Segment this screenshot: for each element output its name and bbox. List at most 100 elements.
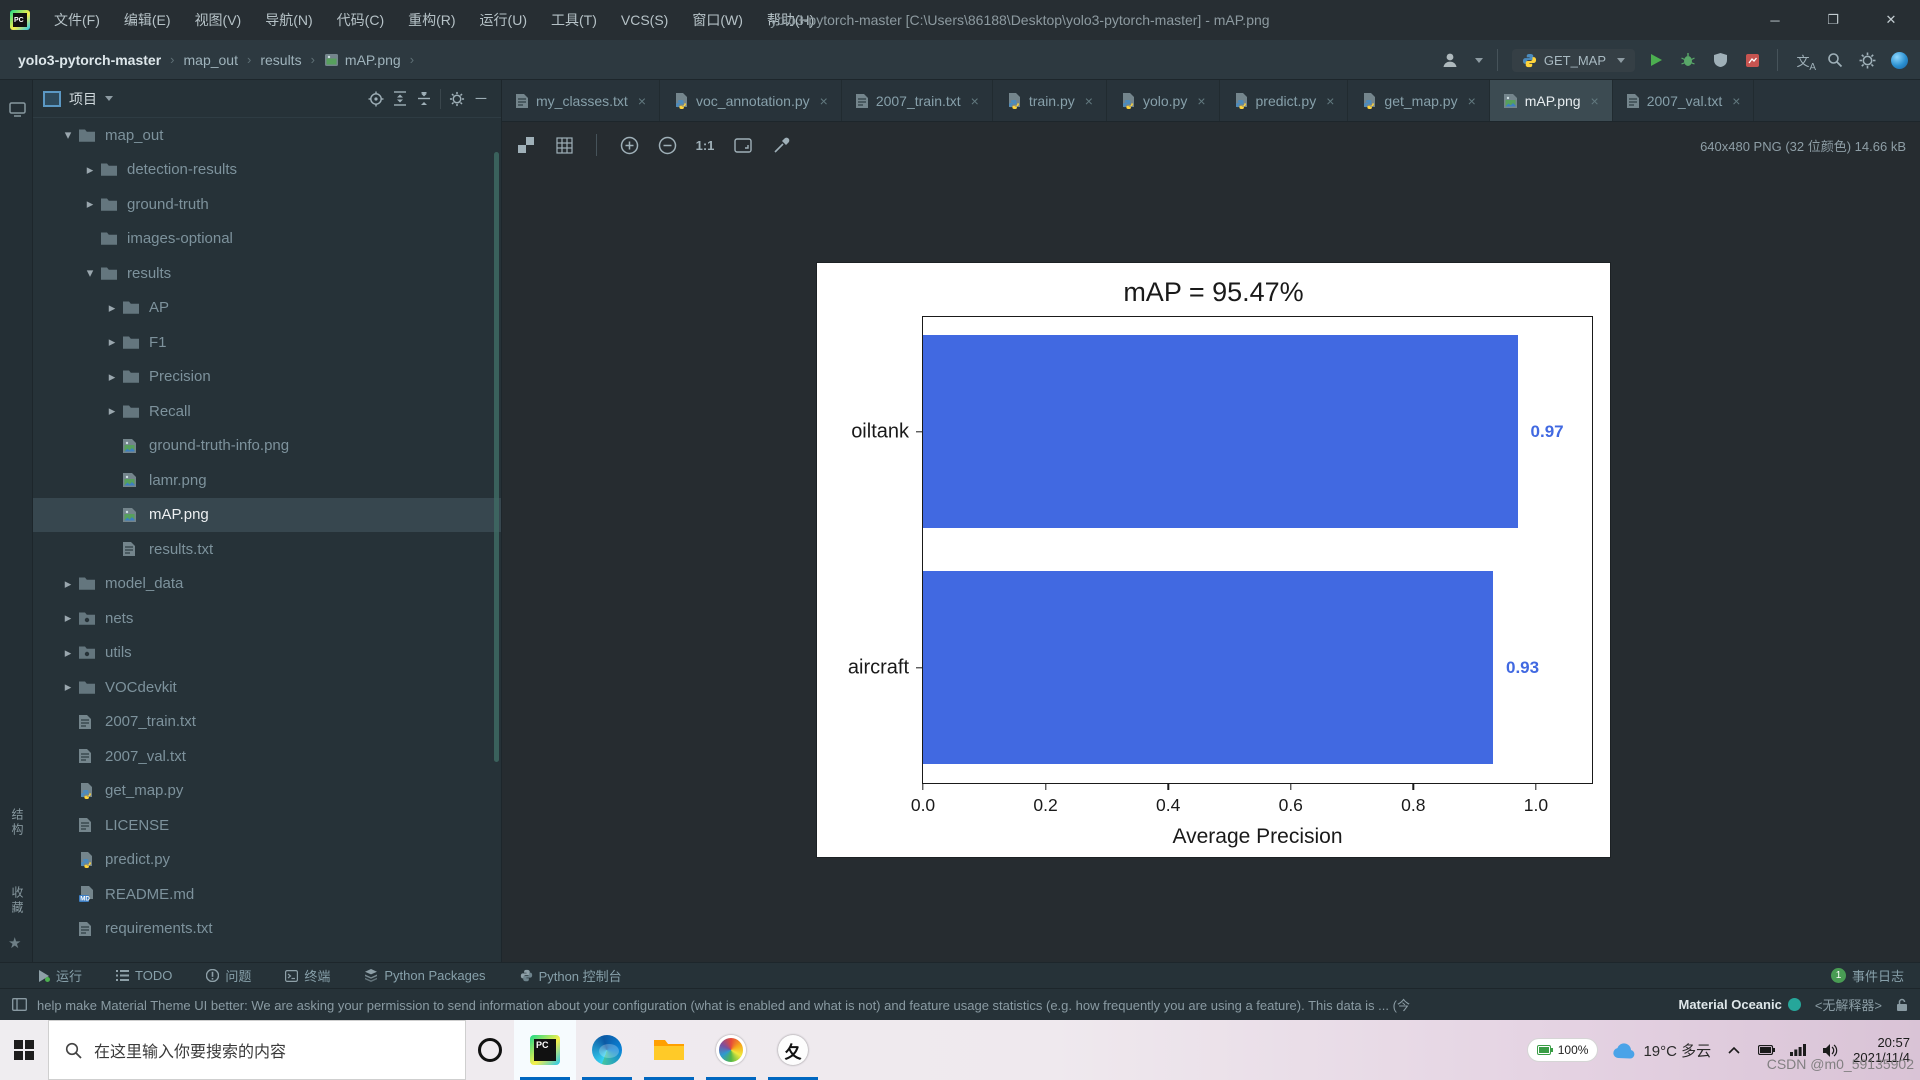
tab-voc_annotation.py[interactable]: voc_annotation.py× — [660, 80, 842, 121]
translate-icon[interactable]: 文A — [1792, 49, 1814, 71]
tree-item-Precision[interactable]: ▸Precision — [33, 360, 501, 395]
tab-get_map.py[interactable]: get_map.py× — [1348, 80, 1489, 121]
tree-item-lamr.png[interactable]: lamr.png — [33, 463, 501, 498]
tree-item-AP[interactable]: ▸AP — [33, 291, 501, 326]
tree-item-utils[interactable]: ▸utils — [33, 636, 501, 671]
event-log-button[interactable]: 1 事件日志 — [1831, 966, 1904, 985]
menu-VCS(S)[interactable]: VCS(S) — [609, 0, 680, 40]
tab-close-icon[interactable]: × — [1197, 93, 1205, 109]
tree-item-F1[interactable]: ▸F1 — [33, 325, 501, 360]
tree-item-model_data[interactable]: ▸model_data — [33, 567, 501, 602]
chevron-right-icon[interactable]: ▸ — [102, 334, 122, 350]
chevron-right-icon[interactable]: ▸ — [58, 610, 78, 626]
tab-close-icon[interactable]: × — [638, 93, 646, 109]
tree-item-2007_val.txt[interactable]: 2007_val.txt — [33, 739, 501, 774]
project-panel-title[interactable]: 项目 — [69, 89, 97, 109]
favorites-toolwindow-button[interactable]: 收藏 — [9, 886, 26, 916]
chevron-right-icon[interactable]: ▸ — [102, 403, 122, 419]
grid-toggle-icon[interactable] — [554, 135, 574, 155]
taskbar-search-input[interactable]: 在这里输入你要搜索的内容 — [48, 1020, 466, 1080]
taskbar-app-game[interactable]: 夂 — [762, 1020, 824, 1080]
tree-item-2007_train.txt[interactable]: 2007_train.txt — [33, 705, 501, 740]
structure-toolwindow-button[interactable]: 结构 — [9, 808, 26, 838]
menu-导航(N)[interactable]: 导航(N) — [253, 0, 324, 40]
toolwindow-button-Python Packages[interactable]: Python Packages — [364, 968, 485, 983]
start-button[interactable] — [0, 1020, 48, 1080]
project-view-dropdown-icon[interactable] — [105, 96, 113, 101]
toolwindow-button-运行[interactable]: 运行 — [38, 966, 82, 985]
maximize-button[interactable]: ❐ — [1804, 0, 1862, 40]
chevron-right-icon[interactable]: ▸ — [102, 300, 122, 316]
project-toolwindow-icon[interactable] — [6, 98, 28, 120]
tab-yolo.py[interactable]: yolo.py× — [1107, 80, 1220, 121]
taskbar-app-explorer[interactable] — [638, 1020, 700, 1080]
menu-视图(V)[interactable]: 视图(V) — [183, 0, 254, 40]
menu-代码(C)[interactable]: 代码(C) — [325, 0, 396, 40]
expand-all-icon[interactable] — [388, 87, 412, 111]
tree-item-LICENSE[interactable]: LICENSE — [33, 808, 501, 843]
taskbar-app-edge[interactable] — [576, 1020, 638, 1080]
breadcrumb-item[interactable]: mAP.png — [324, 52, 401, 68]
tab-my_classes.txt[interactable]: my_classes.txt× — [502, 80, 660, 121]
tree-item-predict.py[interactable]: predict.py — [33, 843, 501, 878]
tab-2007_train.txt[interactable]: 2007_train.txt× — [842, 80, 993, 121]
tab-close-icon[interactable]: × — [1326, 93, 1334, 109]
zoom-out-icon[interactable] — [657, 135, 677, 155]
theme-indicator[interactable]: Material Oceanic — [1678, 997, 1800, 1012]
status-message[interactable]: help make Material Theme UI better: We a… — [37, 995, 1410, 1014]
network-icon[interactable] — [1789, 1041, 1807, 1059]
tree-item-results[interactable]: ▾results — [33, 256, 501, 291]
menu-重构(R)[interactable]: 重构(R) — [396, 0, 467, 40]
profiler-button[interactable] — [1741, 49, 1763, 71]
breadcrumb-item[interactable]: map_out — [184, 52, 238, 68]
tree-item-Recall[interactable]: ▸Recall — [33, 394, 501, 429]
hide-panel-icon[interactable]: ─ — [469, 87, 493, 111]
coverage-button[interactable] — [1709, 49, 1731, 71]
chevron-right-icon[interactable]: ▸ — [58, 679, 78, 695]
toolwindow-button-Python 控制台[interactable]: Python 控制台 — [520, 966, 622, 985]
battery-widget[interactable]: 100% — [1527, 1038, 1599, 1062]
cortana-button[interactable] — [466, 1020, 514, 1080]
menu-编辑(E)[interactable]: 编辑(E) — [112, 0, 183, 40]
tree-item-results.txt[interactable]: results.txt — [33, 532, 501, 567]
show-hidden-icons-chevron[interactable] — [1725, 1041, 1743, 1059]
tree-item-ground-truth-info.png[interactable]: ground-truth-info.png — [33, 429, 501, 464]
chevron-right-icon[interactable]: ▸ — [58, 645, 78, 661]
chevron-down-icon[interactable]: ▾ — [58, 127, 78, 143]
color-picker-icon[interactable] — [771, 135, 791, 155]
tree-item-README.md[interactable]: MDREADME.md — [33, 877, 501, 912]
transparency-checkerboard-icon[interactable] — [516, 135, 536, 155]
zoom-in-icon[interactable] — [619, 135, 639, 155]
volume-icon[interactable] — [1821, 1041, 1839, 1059]
tab-close-icon[interactable]: × — [1468, 93, 1476, 109]
tree-item-map_out[interactable]: ▾map_out — [33, 118, 501, 153]
chevron-down-icon[interactable]: ▾ — [80, 265, 100, 281]
toolwindow-button-终端[interactable]: 终端 — [285, 966, 330, 985]
tree-item-nets[interactable]: ▸nets — [33, 601, 501, 636]
tree-item-mAP.png[interactable]: mAP.png — [33, 498, 501, 533]
breadcrumb-item[interactable]: results — [260, 52, 301, 68]
star-icon[interactable]: ★ — [8, 934, 21, 952]
tree-item-images-optional[interactable]: images-optional — [33, 222, 501, 257]
minimize-button[interactable]: ─ — [1746, 0, 1804, 40]
chevron-right-icon[interactable]: ▸ — [102, 369, 122, 385]
collapse-all-icon[interactable] — [412, 87, 436, 111]
tab-mAP.png[interactable]: mAP.png× — [1490, 80, 1613, 121]
menu-文件(F)[interactable]: 文件(F) — [42, 0, 112, 40]
tree-item-get_map.py[interactable]: get_map.py — [33, 774, 501, 809]
toolwindow-toggle-icon[interactable] — [12, 998, 27, 1011]
debug-button[interactable] — [1677, 49, 1699, 71]
menu-工具(T)[interactable]: 工具(T) — [539, 0, 609, 40]
close-button[interactable]: ✕ — [1862, 0, 1920, 40]
tab-close-icon[interactable]: × — [820, 93, 828, 109]
user-dropdown-icon[interactable] — [1475, 58, 1483, 63]
tab-predict.py[interactable]: predict.py× — [1220, 80, 1349, 121]
tree-item-requirements.txt[interactable]: requirements.txt — [33, 912, 501, 947]
chevron-right-icon[interactable]: ▸ — [80, 196, 100, 212]
search-everywhere-icon[interactable] — [1824, 49, 1846, 71]
menu-运行(U)[interactable]: 运行(U) — [468, 0, 539, 40]
lock-icon[interactable] — [1896, 998, 1908, 1012]
tab-2007_val.txt[interactable]: 2007_val.txt× — [1613, 80, 1755, 121]
taskbar-app-pycharm[interactable]: PC — [514, 1020, 576, 1080]
settings-gear-icon[interactable] — [1856, 49, 1878, 71]
